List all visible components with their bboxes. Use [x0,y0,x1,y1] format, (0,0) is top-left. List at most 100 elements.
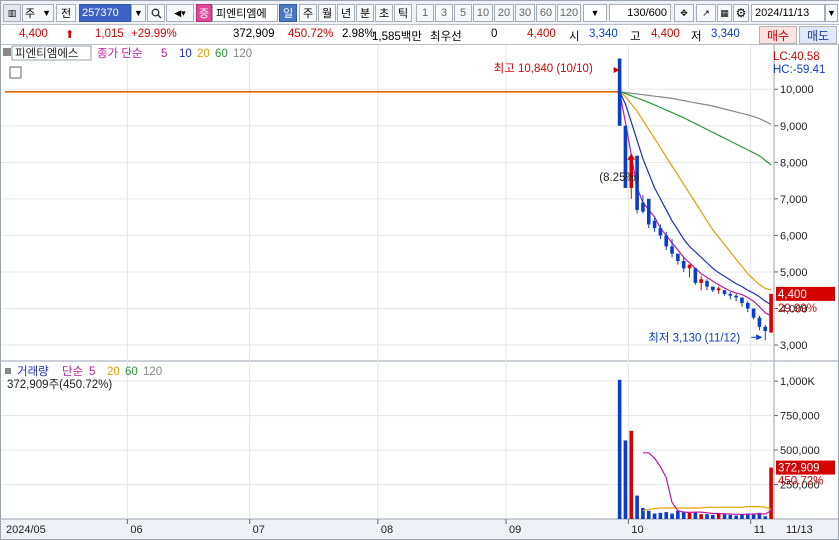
candle-body [676,253,680,261]
company-name: 피엔티엠에 [212,4,278,22]
interval-1[interactable]: 1 [416,4,434,22]
chevron-down-icon: ▼ [827,8,836,18]
date-dropdown[interactable]: ▼ [825,4,838,22]
volume-panel-menu-icon [5,368,11,374]
sell-button[interactable]: 매도 [799,26,837,44]
period-tick[interactable]: 틱 [394,4,412,22]
lc-label: LC:40.58 [773,51,820,63]
candle-body [769,293,773,333]
up-arrow-icon: ⬆ [65,29,75,41]
interval-120[interactable]: 120 [557,4,581,22]
code-input[interactable]: 257370 [79,4,131,22]
volume-bar [646,510,651,519]
x-tick-label: 08 [381,524,393,536]
gear-icon[interactable]: ⚙ [733,4,749,22]
draw-tool-icon[interactable]: ↗ [696,4,716,22]
panel-menu-icon [3,48,11,56]
candle-body [734,295,738,298]
chart-type-icon[interactable]: ▥ [3,4,21,22]
price-tick-label: 7,000 [780,194,808,206]
price-tick-label: 6,000 [780,230,808,242]
volume-ma-period-20: 20 [107,366,120,378]
candle-body [711,286,715,291]
interval-10[interactable]: 10 [473,4,493,22]
interval-60[interactable]: 60 [536,4,556,22]
interval-20[interactable]: 20 [494,4,514,22]
volume-ma-period-60: 60 [125,366,138,378]
x-tick-label: 2024/05 [6,524,46,536]
volume-bar [635,495,639,519]
x-tick-label: 09 [509,524,521,536]
x-tick-label: 10 [631,524,643,536]
volume-bar [641,507,645,519]
volume-bar [617,379,622,519]
volume-tick-label: 1,000K [780,376,816,388]
last-volume-pct: 450.72% [778,476,823,488]
volume-bar [763,516,768,519]
company-badge: 증 [196,4,212,22]
volume-info: 372,909주(450.72%) [7,379,112,391]
search-icon[interactable] [147,4,165,22]
volume-bar [722,514,727,519]
interval-3[interactable]: 3 [435,4,453,22]
period-year[interactable]: 년 [337,4,355,22]
period-minute[interactable]: 분 [356,4,374,22]
chevron-down-icon: ▼ [590,8,600,18]
change-pct: +29.99% [131,28,177,40]
save-icon[interactable]: ▦ [717,4,732,22]
date-field[interactable]: 2024/11/13 [751,4,825,22]
period-second[interactable]: 초 [375,4,393,22]
last-volume-value: 372,909 [778,463,820,475]
volume-panel-title: 거래량 [17,365,49,378]
period-week[interactable]: 주 [299,4,317,22]
candle-body [641,202,645,212]
ma-period-10: 10 [179,48,192,60]
candle-body [693,268,698,283]
high-label: 고 [630,31,641,43]
volume-ma-period-5: 5 [89,366,95,378]
candle-body [763,326,768,331]
period-day[interactable]: 일 [279,4,297,22]
speaker-icon[interactable]: ◀▾ [166,4,194,22]
prev-button[interactable]: 전 [56,4,76,22]
last-price-value: 4,400 [778,289,807,301]
interval-custom-input[interactable]: ▼ [583,4,607,22]
buy-button[interactable]: 매수 [759,26,797,44]
candle-body [681,260,686,269]
volume-bar [699,514,703,519]
crosshair-icon[interactable]: ✥ [674,4,694,22]
volume-bar [751,514,756,519]
price-tick-label: 8,000 [780,157,808,169]
price-tick-label: 9,000 [780,121,808,133]
priority-value: 0 [491,28,498,40]
toolbar: ▥ 주 ▼ 전 257370 ▼ ◀▾ 증 피엔티엠에 일 주 월 년 분 초 … [1,1,839,25]
volume-bar [716,513,721,519]
candle-body [687,264,692,269]
interval-5[interactable]: 5 [454,4,472,22]
volume-tick-label: 500,000 [780,445,820,457]
volume-ma-label: 단순 [62,365,83,378]
ma-period-20: 20 [197,48,210,60]
candle-body [740,297,744,304]
code-dropdown[interactable]: ▼ [131,4,146,22]
volume-ma-period-120: 120 [143,366,162,378]
amount-value: 1,585백만 [372,31,422,43]
price-tick-label: 10,000 [780,84,814,96]
volume-ratio: 450.72% [288,28,334,40]
price-tick-label: 3,000 [780,340,808,352]
ma-period-60: 60 [215,48,228,60]
low-annotation: 최저 3,130 (11/12) [648,331,740,344]
count-field[interactable]: 130/600 [609,4,671,22]
candle-body [646,198,651,225]
volume-bar [734,515,738,519]
period-month[interactable]: 월 [318,4,336,22]
price-volume-chart[interactable]: 2024/05 06 07 08 09 10 11 11/13 10,000 9,000 8,000… [1,45,838,539]
interval-30[interactable]: 30 [515,4,535,22]
candle-body [617,58,622,126]
candle-body [728,293,733,296]
candle-body [670,246,674,254]
hc-label: HC:-59.41 [773,64,825,76]
volume-bar [687,512,692,519]
pct-note: (8.25%) [599,172,639,184]
market-select[interactable]: 주 ▼ [22,4,54,22]
